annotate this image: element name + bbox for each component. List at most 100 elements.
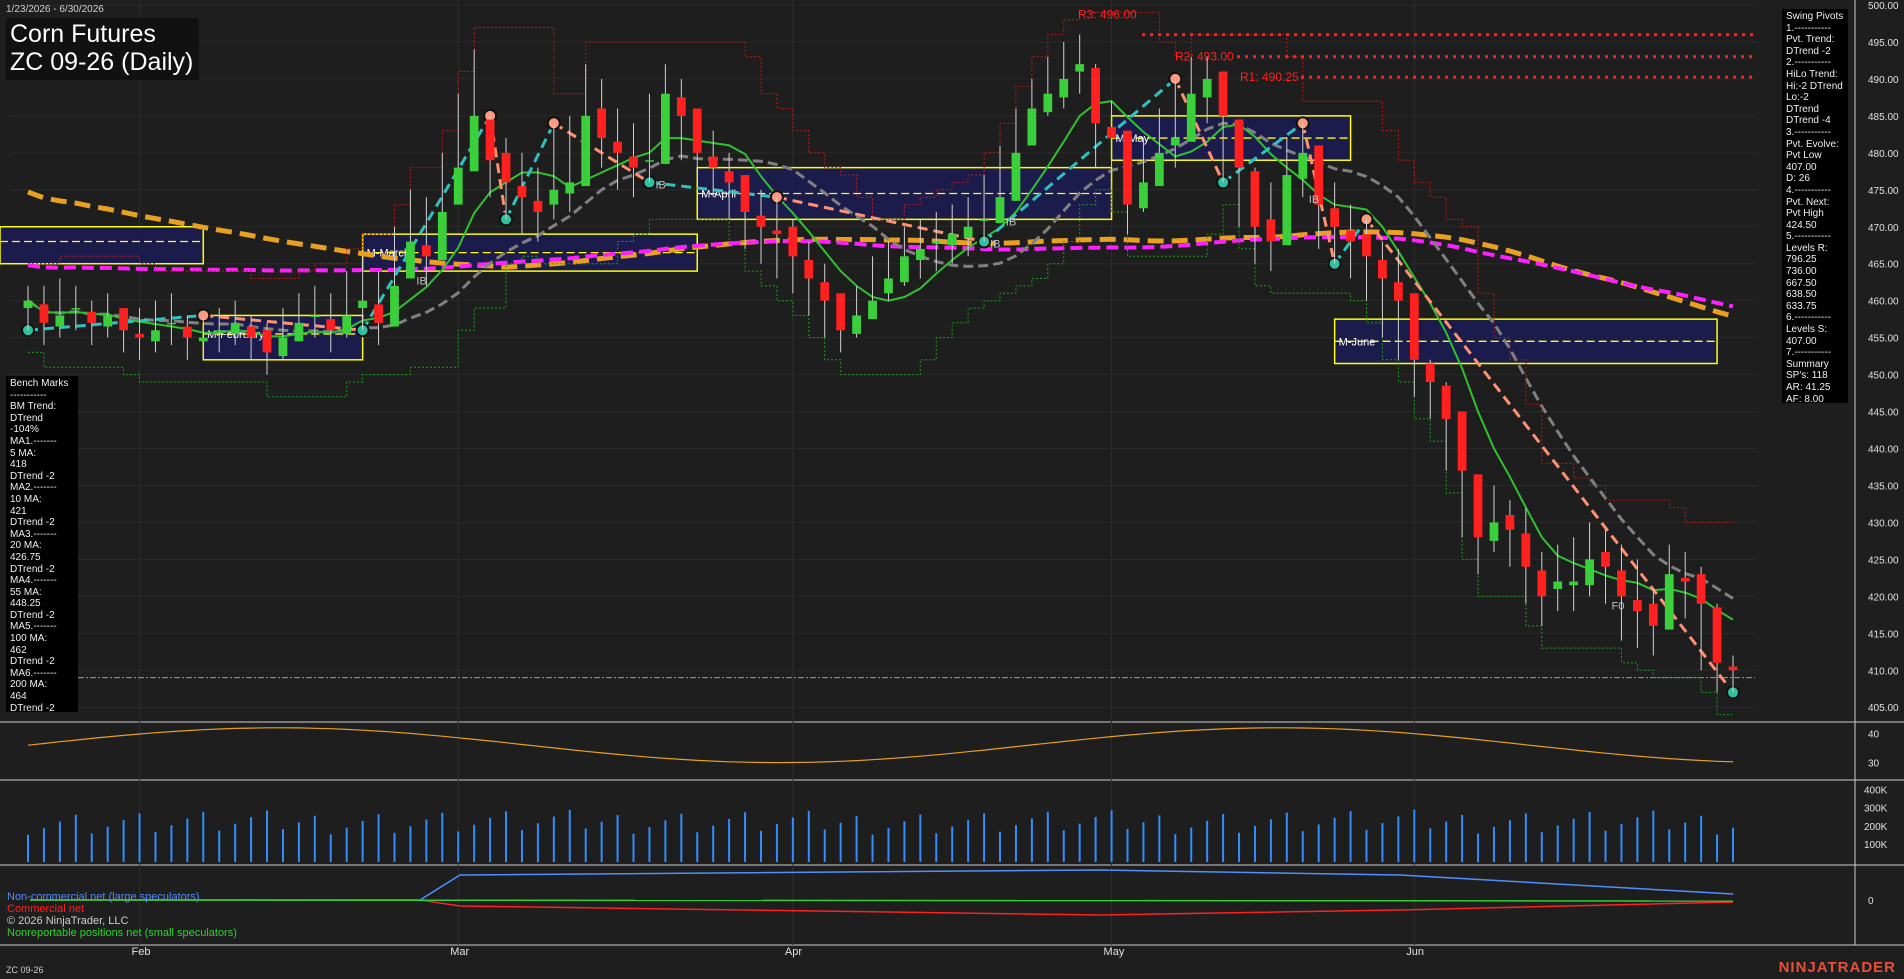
benchmark-line: DTrend -2 bbox=[10, 470, 55, 482]
price-tick-label: 435.00 bbox=[1868, 481, 1899, 492]
candle-body bbox=[931, 241, 941, 244]
pivot-line: 1.----------- bbox=[1786, 22, 1831, 34]
candle-body bbox=[1027, 108, 1037, 146]
price-tick-label: 450.00 bbox=[1868, 371, 1899, 382]
candle-body bbox=[39, 304, 49, 323]
swing-marker-label: IB bbox=[990, 239, 1000, 251]
candle-body bbox=[1601, 551, 1610, 567]
benchmark-line: MA3.------- bbox=[10, 528, 57, 540]
candle-body bbox=[1123, 130, 1132, 205]
candle-body bbox=[1537, 570, 1547, 597]
swing-marker-label: IB bbox=[416, 275, 426, 287]
benchmark-line: ----------- bbox=[10, 389, 47, 401]
candle-body bbox=[549, 189, 559, 205]
candle-body bbox=[421, 245, 431, 257]
candle-body bbox=[119, 308, 128, 331]
nonreportable-line bbox=[29, 899, 1734, 902]
price-tick-label: 490.00 bbox=[1868, 75, 1899, 86]
benchmark-line: 462 bbox=[10, 644, 27, 656]
volume-tick-label: 200K bbox=[1864, 822, 1888, 833]
cot-zero-label: 0 bbox=[1868, 896, 1874, 907]
candle-body bbox=[1648, 603, 1658, 626]
pivot-line: 5.----------- bbox=[1786, 231, 1831, 243]
swing-marker-label: IB bbox=[655, 179, 665, 191]
benchmark-line: 20 MA: bbox=[10, 540, 42, 552]
pivot-line: SP's: 118 bbox=[1786, 370, 1828, 382]
pivot-line: DTrend -4 bbox=[1786, 115, 1831, 127]
benchmark-line: 10 MA: bbox=[10, 493, 42, 505]
pivot-line: 7.----------- bbox=[1786, 347, 1831, 359]
price-tick-label: 425.00 bbox=[1868, 555, 1899, 566]
candle-body bbox=[1234, 119, 1244, 168]
candle-body bbox=[262, 330, 272, 353]
candle-body bbox=[469, 115, 479, 172]
pivot-line: AF: 8.00 bbox=[1786, 393, 1824, 405]
chart-title-box: Corn Futures ZC 09-26 (Daily) bbox=[6, 18, 200, 80]
price-tick-label: 440.00 bbox=[1868, 445, 1899, 456]
candle-body bbox=[1298, 152, 1308, 179]
benchmark-line: MA1.------- bbox=[10, 435, 57, 447]
candle-body bbox=[406, 241, 415, 279]
benchmark-line: MA4.------- bbox=[10, 575, 57, 587]
price-tick-label: 460.00 bbox=[1868, 297, 1899, 308]
candle-body bbox=[629, 156, 638, 168]
candle-body bbox=[1457, 411, 1467, 471]
candle-body bbox=[167, 322, 176, 325]
candle-body bbox=[788, 226, 798, 257]
candle-body bbox=[1011, 152, 1021, 201]
price-chart[interactable]: Feb Mar Apr May Jun 500.00 495.00 490.00 485.00 4… bbox=[0, 0, 1904, 979]
pivot-line: HiLo Trend: bbox=[1786, 68, 1838, 80]
candle-body bbox=[437, 211, 447, 261]
candle-body bbox=[182, 326, 192, 338]
candle-body bbox=[1250, 171, 1260, 227]
instrument-symbol: ZC 09-26 (Daily) bbox=[10, 48, 194, 76]
pivot-line: 3.----------- bbox=[1786, 126, 1831, 138]
candle-body bbox=[804, 260, 814, 279]
benchmark-line: 418 bbox=[10, 459, 27, 471]
benchmark-line: BM Trend: bbox=[10, 401, 57, 413]
candle-body bbox=[884, 278, 893, 294]
brand-logo: NINJATRADER bbox=[1778, 959, 1896, 976]
candle-body bbox=[676, 97, 686, 116]
benchmarks-panel: Bench Marks ----------- BM Trend: DTrend -1… bbox=[6, 376, 78, 714]
candle-body bbox=[485, 119, 495, 161]
candle-body bbox=[246, 326, 256, 338]
candle-body bbox=[1633, 600, 1642, 612]
swing-marker-label: F0 bbox=[1612, 601, 1625, 613]
benchmark-line: 426.75 bbox=[10, 551, 41, 563]
benchmark-line: 200 MA: bbox=[10, 679, 48, 691]
candle-body bbox=[645, 160, 654, 162]
candle-body bbox=[581, 115, 591, 187]
price-tick-label: 465.00 bbox=[1868, 260, 1899, 271]
candle-body bbox=[1569, 581, 1579, 586]
candle-body bbox=[1489, 522, 1499, 541]
candle-body bbox=[1409, 293, 1419, 360]
monthly-box-label: M-June bbox=[1339, 336, 1376, 348]
candle-body bbox=[1075, 64, 1085, 72]
indicator-tick-label: 40 bbox=[1868, 730, 1880, 741]
candle-body bbox=[342, 315, 352, 334]
candle-body bbox=[1617, 570, 1626, 597]
price-tick-label: 405.00 bbox=[1868, 703, 1899, 714]
candle-body bbox=[915, 248, 925, 261]
candle-body bbox=[1728, 666, 1738, 671]
benchmark-line: DTrend -2 bbox=[10, 702, 55, 714]
candle-body bbox=[103, 315, 113, 327]
candle-body bbox=[501, 152, 511, 183]
candle-body bbox=[1664, 574, 1674, 630]
pivot-line: Levels S: bbox=[1786, 324, 1828, 336]
candle-body bbox=[724, 171, 734, 183]
pivot-line: 6.----------- bbox=[1786, 312, 1831, 324]
pivot-line: DTrend -2 bbox=[1786, 45, 1831, 57]
price-tick-label: 470.00 bbox=[1868, 223, 1899, 234]
candle-body bbox=[868, 300, 877, 320]
candle-body bbox=[1505, 515, 1515, 530]
candle-body bbox=[374, 304, 383, 323]
candle-body bbox=[820, 282, 830, 301]
volume-tick-label: 300K bbox=[1864, 804, 1888, 815]
candle-body bbox=[852, 315, 861, 334]
legend-nonreportable: Nonreportable positions net (small specu… bbox=[7, 927, 237, 939]
candle-body bbox=[310, 315, 320, 317]
benchmark-line: 421 bbox=[10, 505, 27, 517]
candle-body bbox=[1553, 581, 1563, 589]
